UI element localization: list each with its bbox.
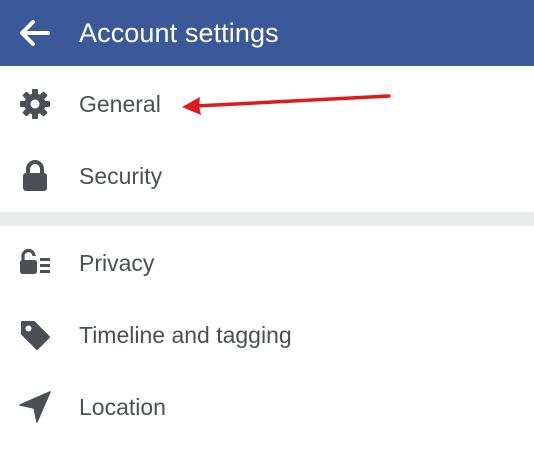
menu-item-privacy[interactable]: Privacy bbox=[0, 227, 534, 299]
menu-item-label: Location bbox=[79, 394, 166, 420]
back-button[interactable] bbox=[16, 14, 54, 52]
lock-icon bbox=[17, 159, 53, 193]
menu-item-label: Privacy bbox=[79, 250, 155, 276]
menu-item-general[interactable]: General bbox=[0, 68, 534, 140]
menu-item-timeline-and-tagging[interactable]: Timeline and tagging bbox=[0, 299, 534, 371]
account-settings-screen: Account settings General Security Privac… bbox=[0, 0, 534, 459]
tag-icon bbox=[17, 318, 53, 352]
menu-item-label: Timeline and tagging bbox=[79, 322, 292, 348]
menu-item-label: General bbox=[79, 91, 161, 117]
gear-icon bbox=[17, 87, 53, 121]
menu-item-label: Security bbox=[79, 163, 163, 189]
app-header: Account settings bbox=[0, 0, 534, 66]
arrow-left-icon bbox=[20, 20, 50, 46]
page-title: Account settings bbox=[79, 18, 279, 48]
menu-item-location[interactable]: Location bbox=[0, 371, 534, 443]
section-divider bbox=[0, 212, 534, 226]
menu-item-security[interactable]: Security bbox=[0, 140, 534, 212]
privacy-lock-list-icon bbox=[17, 246, 53, 280]
location-arrow-icon bbox=[17, 390, 53, 424]
